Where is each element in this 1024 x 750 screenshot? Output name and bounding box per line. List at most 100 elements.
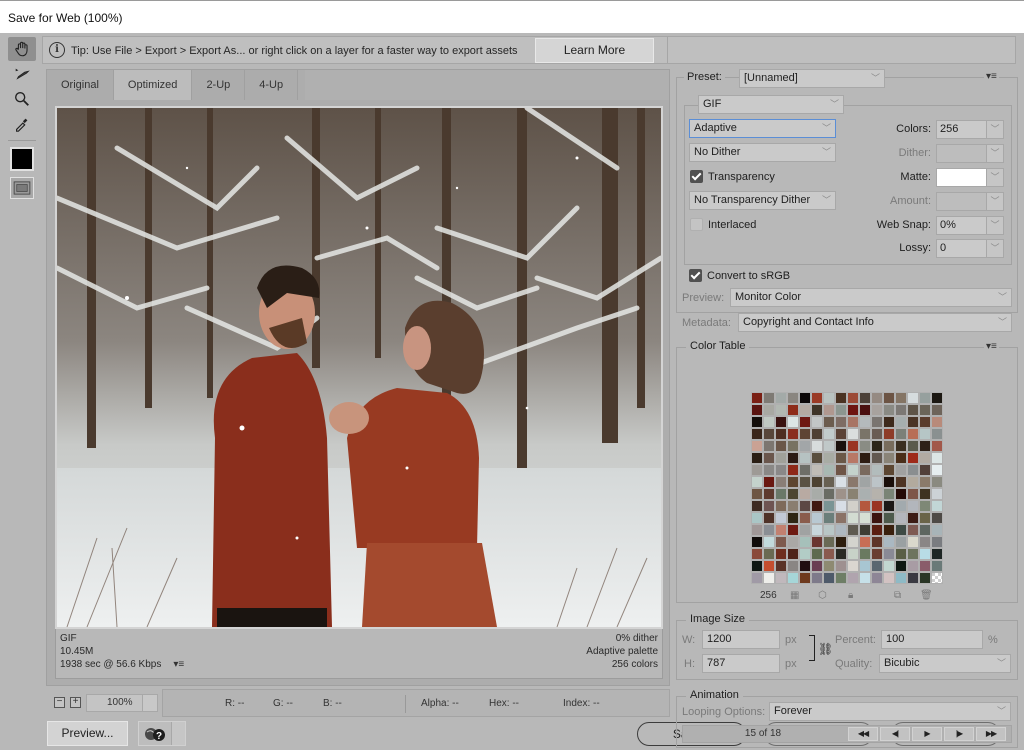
color-swatch[interactable] <box>811 464 823 476</box>
color-swatch[interactable] <box>919 524 931 536</box>
file-format-select[interactable]: GIF ﹀ <box>698 95 844 114</box>
color-swatch[interactable] <box>823 536 835 548</box>
color-swatch[interactable] <box>919 488 931 500</box>
color-swatch[interactable] <box>859 488 871 500</box>
color-swatch[interactable] <box>883 512 895 524</box>
dither-algorithm-select[interactable]: No Dither ﹀ <box>689 143 836 162</box>
color-swatch[interactable] <box>919 464 931 476</box>
color-swatch[interactable] <box>799 392 811 404</box>
color-swatch[interactable] <box>883 464 895 476</box>
color-swatch[interactable] <box>895 428 907 440</box>
color-swatch[interactable] <box>931 476 943 488</box>
color-swatch[interactable] <box>907 488 919 500</box>
color-swatch[interactable] <box>895 440 907 452</box>
color-swatch[interactable] <box>823 404 835 416</box>
zoom-tool[interactable] <box>8 87 36 111</box>
color-swatch[interactable] <box>931 548 943 560</box>
color-swatch[interactable] <box>811 440 823 452</box>
color-swatch[interactable] <box>871 392 883 404</box>
color-swatch[interactable] <box>799 440 811 452</box>
color-swatch[interactable] <box>775 452 787 464</box>
color-table-grid[interactable] <box>751 392 943 584</box>
color-swatch[interactable] <box>799 416 811 428</box>
color-swatch[interactable] <box>811 416 823 428</box>
color-swatch[interactable] <box>835 464 847 476</box>
color-swatch[interactable] <box>775 392 787 404</box>
color-swatch[interactable] <box>775 428 787 440</box>
color-swatch[interactable] <box>763 404 775 416</box>
color-swatch[interactable] <box>847 404 859 416</box>
color-swatch[interactable] <box>775 512 787 524</box>
color-swatch[interactable] <box>811 476 823 488</box>
zoom-in-button[interactable]: + <box>70 697 81 708</box>
percent-input[interactable]: 100 <box>881 630 983 649</box>
color-swatch[interactable] <box>859 560 871 572</box>
color-swatch[interactable] <box>787 404 799 416</box>
web-snap-combo[interactable]: 0% ﹀ <box>936 216 1004 235</box>
color-swatch[interactable] <box>895 464 907 476</box>
color-swatch[interactable] <box>823 440 835 452</box>
color-swatch[interactable] <box>871 440 883 452</box>
color-swatch[interactable] <box>775 416 787 428</box>
color-swatch[interactable] <box>787 500 799 512</box>
color-swatch[interactable] <box>871 536 883 548</box>
color-swatch[interactable] <box>775 536 787 548</box>
color-swatch[interactable] <box>751 512 763 524</box>
color-swatch[interactable] <box>823 512 835 524</box>
transparency-checkbox[interactable] <box>690 170 703 183</box>
color-swatch[interactable] <box>751 488 763 500</box>
color-swatch[interactable] <box>811 392 823 404</box>
color-swatch[interactable] <box>847 536 859 548</box>
color-reduction-select[interactable]: Adaptive ﹀ <box>689 119 836 138</box>
matte-color-combo[interactable]: ﹀ <box>936 168 1004 187</box>
color-swatch[interactable] <box>895 416 907 428</box>
color-swatch[interactable] <box>907 524 919 536</box>
color-swatch[interactable] <box>847 416 859 428</box>
color-swatch[interactable] <box>763 392 775 404</box>
color-swatch[interactable] <box>823 524 835 536</box>
preview-color-select[interactable]: Monitor Color ﹀ <box>730 288 1012 307</box>
color-swatch[interactable] <box>835 512 847 524</box>
color-swatch[interactable] <box>835 500 847 512</box>
color-swatch[interactable] <box>823 572 835 584</box>
link-proportions-icon[interactable]: ⛓︎ <box>818 642 833 656</box>
color-swatch[interactable] <box>907 416 919 428</box>
color-swatch[interactable] <box>835 404 847 416</box>
color-swatch[interactable] <box>799 548 811 560</box>
color-swatch[interactable] <box>883 572 895 584</box>
color-swatch[interactable] <box>919 512 931 524</box>
color-swatch[interactable] <box>751 500 763 512</box>
color-swatch[interactable] <box>751 452 763 464</box>
color-swatch[interactable] <box>823 548 835 560</box>
color-swatch[interactable] <box>799 488 811 500</box>
color-swatch[interactable] <box>751 536 763 548</box>
color-swatch[interactable] <box>883 548 895 560</box>
color-swatch[interactable] <box>883 392 895 404</box>
color-swatch[interactable] <box>859 476 871 488</box>
color-swatch[interactable] <box>763 500 775 512</box>
color-swatch[interactable] <box>859 548 871 560</box>
color-swatch[interactable] <box>883 452 895 464</box>
color-swatch[interactable] <box>775 404 787 416</box>
width-input[interactable]: 1200 <box>702 630 780 649</box>
color-swatch[interactable] <box>931 500 943 512</box>
color-swatch[interactable] <box>763 440 775 452</box>
color-swatch[interactable] <box>907 464 919 476</box>
tab-2-up[interactable]: 2-Up <box>192 70 246 100</box>
color-swatch[interactable] <box>787 488 799 500</box>
metadata-select[interactable]: Copyright and Contact Info ﹀ <box>738 313 1012 332</box>
color-swatch[interactable] <box>787 512 799 524</box>
lossy-combo[interactable]: 0 ﹀ <box>936 239 1004 258</box>
color-swatch[interactable] <box>787 560 799 572</box>
trash-icon[interactable]: 🗑︎ <box>920 590 933 601</box>
color-swatch[interactable] <box>811 500 823 512</box>
color-swatch[interactable] <box>907 476 919 488</box>
preset-select[interactable]: [Unnamed] ﹀ <box>739 69 885 88</box>
color-swatch[interactable] <box>787 476 799 488</box>
color-swatch[interactable] <box>895 452 907 464</box>
color-swatch[interactable] <box>799 572 811 584</box>
color-swatch[interactable] <box>835 428 847 440</box>
color-swatch[interactable] <box>871 488 883 500</box>
color-swatch[interactable] <box>811 560 823 572</box>
color-swatch[interactable] <box>931 572 943 584</box>
